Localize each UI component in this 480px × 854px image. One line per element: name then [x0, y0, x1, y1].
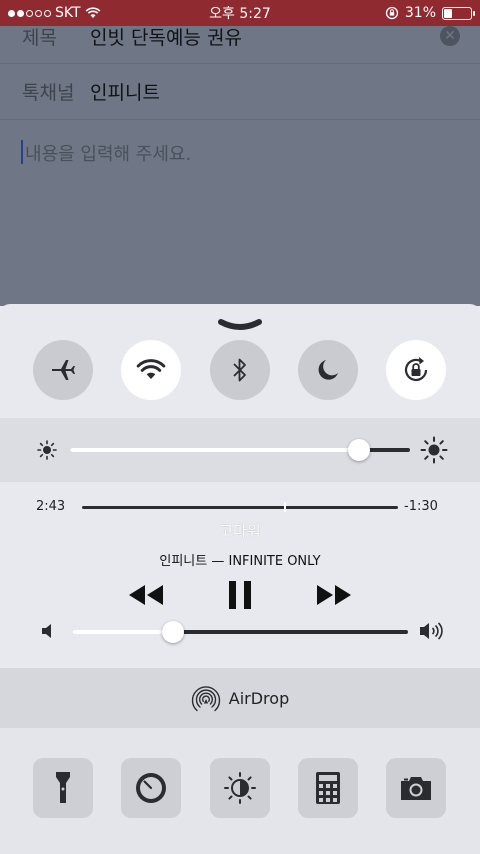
volume-low-icon	[42, 624, 51, 638]
airdrop-button[interactable]: AirDrop	[0, 668, 480, 728]
content-input[interactable]: 내용을 입력해 주세요.	[25, 140, 191, 166]
airplane-icon	[52, 360, 75, 380]
brightness-band	[0, 418, 480, 482]
fast-forward-icon	[317, 585, 351, 605]
night-shift-icon	[224, 772, 256, 804]
brightness-slider-knob[interactable]	[348, 439, 370, 461]
song-artist-album[interactable]: 인피니트 — INFINITE ONLY	[0, 550, 480, 569]
calculator-button[interactable]	[298, 758, 358, 818]
do-not-disturb-toggle[interactable]	[298, 340, 358, 400]
subject-label: 제목	[22, 27, 57, 49]
elapsed-time: 2:43	[36, 499, 66, 514]
airdrop-label: AirDrop	[228, 688, 290, 708]
subject-value[interactable]: 인빗 단독예능 권유	[90, 23, 242, 50]
pause-icon	[229, 581, 251, 609]
calculator-icon	[316, 772, 340, 804]
brightness-high-icon	[420, 436, 448, 464]
remaining-time: -1:30	[404, 499, 438, 514]
flashlight-icon	[56, 772, 70, 803]
bluetooth-icon	[233, 358, 246, 382]
flashlight-button[interactable]	[33, 758, 93, 818]
control-center: 2:43 -1:30 고마워 인피니트 — INFINITE ONLY AirD…	[0, 304, 480, 854]
timer-button[interactable]	[121, 758, 181, 818]
rewind-button[interactable]	[124, 578, 168, 612]
camera-icon	[401, 777, 431, 800]
airdrop-icon	[191, 686, 220, 712]
pause-button[interactable]	[220, 578, 260, 612]
rotation-lock-icon	[404, 357, 428, 382]
shortcuts-row	[0, 728, 480, 854]
clear-icon[interactable]: ✕	[440, 26, 460, 46]
rotation-lock-toggle[interactable]	[386, 340, 446, 400]
brightness-low-icon	[37, 440, 57, 460]
airplane-mode-toggle[interactable]	[33, 340, 93, 400]
channel-row[interactable]: 톡채널 인피니트	[0, 64, 480, 120]
moon-icon	[318, 360, 338, 380]
song-title[interactable]: 고마워	[0, 520, 480, 541]
fast-forward-button[interactable]	[312, 578, 356, 612]
volume-high-icon	[420, 622, 443, 640]
text-cursor	[21, 140, 23, 164]
scrubber-track[interactable]	[82, 506, 398, 509]
toggle-row	[0, 340, 480, 410]
volume-slider-fill	[72, 630, 173, 634]
night-shift-button[interactable]	[210, 758, 270, 818]
wifi-icon	[136, 359, 166, 379]
camera-button[interactable]	[386, 758, 446, 818]
channel-label: 톡채널	[22, 82, 75, 104]
scrubber-playhead[interactable]	[284, 502, 287, 512]
subject-row[interactable]: 제목 인빗 단독예능 권유 ✕	[0, 10, 480, 64]
bluetooth-toggle[interactable]	[210, 340, 270, 400]
channel-value[interactable]: 인피니트	[90, 78, 160, 105]
rewind-icon	[129, 585, 163, 605]
wifi-toggle[interactable]	[121, 340, 181, 400]
brightness-slider-fill	[70, 448, 359, 452]
compose-screen: 제목 인빗 단독예능 권유 ✕ 톡채널 인피니트 내용을 입력해 주세요.	[0, 26, 480, 306]
timer-icon	[136, 773, 166, 803]
grabber-chevron-icon[interactable]	[217, 318, 263, 332]
volume-slider-knob[interactable]	[161, 621, 184, 643]
